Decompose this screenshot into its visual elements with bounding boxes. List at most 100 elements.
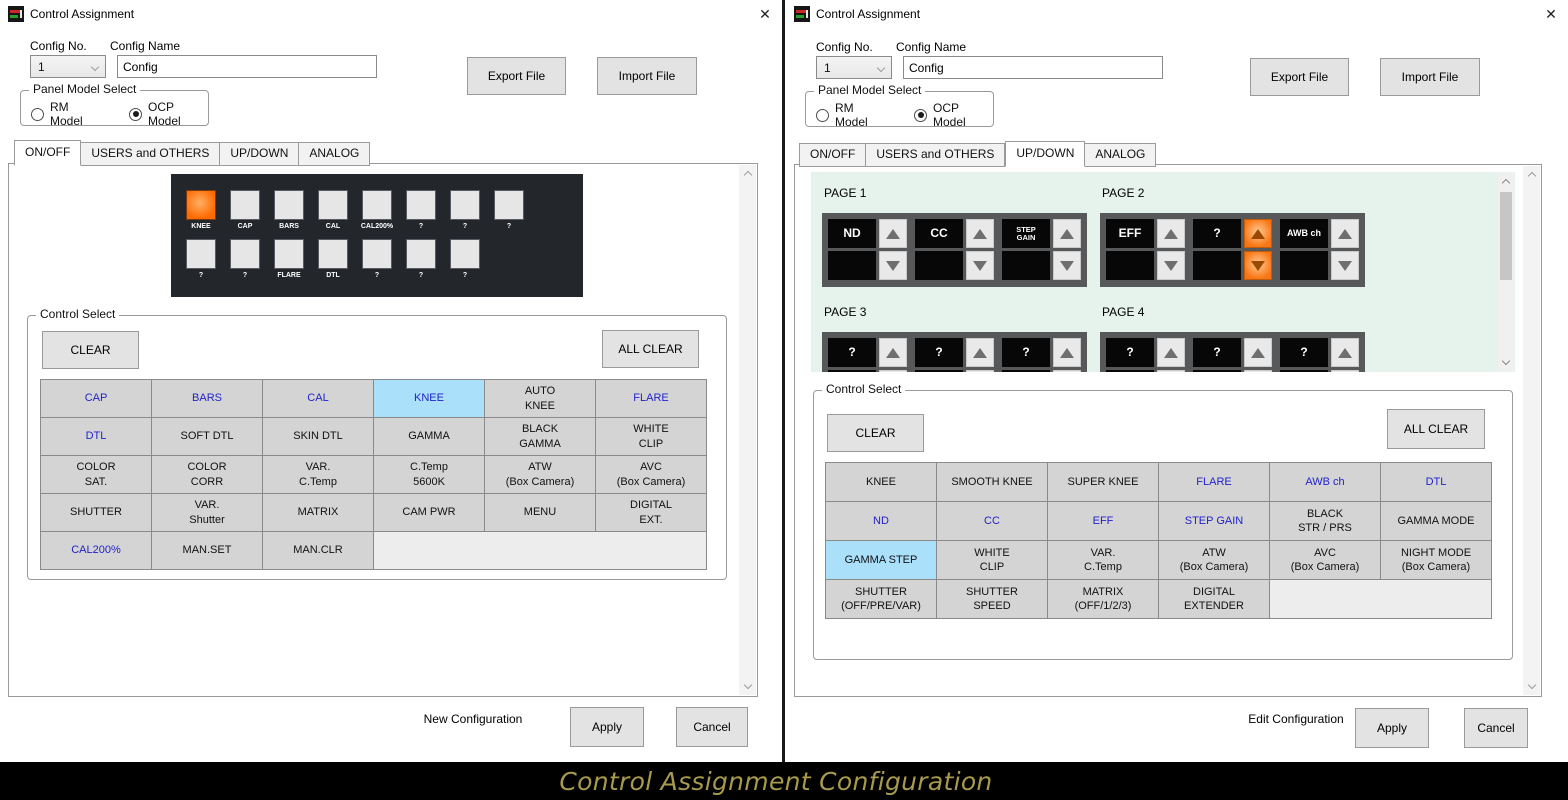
control-cell-cap[interactable]: CAP <box>41 380 151 417</box>
control-cell-var-shutter[interactable]: VAR. Shutter <box>152 494 262 531</box>
control-cell-man-clr[interactable]: MAN.CLR <box>263 532 373 569</box>
scroll-up-icon[interactable] <box>1498 175 1514 191</box>
control-cell-man-set[interactable]: MAN.SET <box>152 532 262 569</box>
cancel-button[interactable]: Cancel <box>676 707 748 747</box>
control-cell-white-clip[interactable]: WHITE CLIP <box>937 541 1047 579</box>
up-arrow-button[interactable] <box>1053 219 1081 248</box>
control-cell-flare[interactable]: FLARE <box>596 380 706 417</box>
control-cell-digital-ext[interactable]: DIGITAL EXT. <box>596 494 706 531</box>
control-cell-awb-ch[interactable]: AWB ch <box>1270 463 1380 501</box>
clear-button[interactable]: CLEAR <box>827 414 924 452</box>
panel-key-knee[interactable]: KNEE <box>186 190 216 230</box>
up-arrow-button[interactable] <box>966 219 994 248</box>
tab-up-down[interactable]: UP/DOWN <box>220 142 300 166</box>
control-cell-soft-dtl[interactable]: SOFT DTL <box>152 418 262 455</box>
up-arrow-button[interactable] <box>879 338 907 367</box>
clear-button[interactable]: CLEAR <box>42 331 139 369</box>
control-cell-digital-extender[interactable]: DIGITAL EXTENDER <box>1159 580 1269 618</box>
scroll-down-icon[interactable] <box>1498 353 1514 369</box>
radio-ocp-model[interactable]: OCP Model <box>914 101 993 129</box>
up-arrow-button[interactable] <box>1157 338 1185 367</box>
import-file-button[interactable]: Import File <box>1380 58 1480 96</box>
close-icon[interactable]: ✕ <box>1542 5 1560 23</box>
control-cell-matrix[interactable]: MATRIX <box>263 494 373 531</box>
panel-key-blank[interactable]: ? <box>230 239 260 279</box>
tab-analog[interactable]: ANALOG <box>1085 143 1157 167</box>
scroll-down-icon[interactable] <box>739 677 756 693</box>
down-arrow-button[interactable] <box>966 251 994 280</box>
control-cell-knee[interactable]: KNEE <box>826 463 936 501</box>
panel-key-blank[interactable]: ? <box>186 239 216 279</box>
control-cell-smooth-knee[interactable]: SMOOTH KNEE <box>937 463 1047 501</box>
control-cell-gamma[interactable]: GAMMA <box>374 418 484 455</box>
apply-button[interactable]: Apply <box>570 707 644 747</box>
control-cell-c-temp-5600k[interactable]: C.Temp 5600K <box>374 456 484 493</box>
control-cell-atw-box-camera[interactable]: ATW (Box Camera) <box>1159 541 1269 579</box>
control-cell-super-knee[interactable]: SUPER KNEE <box>1048 463 1158 501</box>
control-cell-bars[interactable]: BARS <box>152 380 262 417</box>
import-file-button[interactable]: Import File <box>597 57 697 95</box>
control-cell-atw-box-camera[interactable]: ATW (Box Camera) <box>485 456 595 493</box>
control-cell-cam-pwr[interactable]: CAM PWR <box>374 494 484 531</box>
content-scrollbar[interactable] <box>1523 166 1540 695</box>
scrollbar-thumb[interactable] <box>1500 192 1512 280</box>
down-arrow-button[interactable] <box>1157 370 1185 372</box>
control-cell-black-str-prs[interactable]: BLACK STR / PRS <box>1270 502 1380 540</box>
control-cell-shutter[interactable]: SHUTTER <box>41 494 151 531</box>
down-arrow-button[interactable] <box>1331 370 1359 372</box>
up-arrow-button[interactable] <box>1331 219 1359 248</box>
control-cell-auto-knee[interactable]: AUTO KNEE <box>485 380 595 417</box>
all-clear-button[interactable]: ALL CLEAR <box>602 330 699 368</box>
up-arrow-button[interactable] <box>1244 219 1272 248</box>
panel-key-blank[interactable]: ? <box>406 190 436 230</box>
down-arrow-button[interactable] <box>1053 251 1081 280</box>
tab-analog[interactable]: ANALOG <box>299 142 371 166</box>
control-cell-gamma-mode[interactable]: GAMMA MODE <box>1381 502 1491 540</box>
scroll-down-icon[interactable] <box>1523 677 1540 693</box>
pane-scrollbar[interactable] <box>1498 173 1514 371</box>
control-cell-flare[interactable]: FLARE <box>1159 463 1269 501</box>
control-cell-var-c-temp[interactable]: VAR. C.Temp <box>1048 541 1158 579</box>
radio-rm-model[interactable]: RM Model <box>31 100 103 128</box>
control-cell-gamma-step[interactable]: GAMMA STEP <box>826 541 936 579</box>
down-arrow-button[interactable] <box>966 370 994 372</box>
control-cell-cc[interactable]: CC <box>937 502 1047 540</box>
config-name-input[interactable] <box>117 55 377 78</box>
tab-users-and-others[interactable]: USERS and OTHERS <box>866 143 1006 167</box>
control-cell-avc-box-camera[interactable]: AVC (Box Camera) <box>1270 541 1380 579</box>
control-cell-white-clip[interactable]: WHITE CLIP <box>596 418 706 455</box>
control-cell-color-corr[interactable]: COLOR CORR <box>152 456 262 493</box>
tab-on-off[interactable]: ON/OFF <box>799 143 867 167</box>
control-cell-dtl[interactable]: DTL <box>1381 463 1491 501</box>
panel-key-flare[interactable]: FLARE <box>274 239 304 279</box>
down-arrow-button[interactable] <box>879 370 907 372</box>
panel-key-blank[interactable]: ? <box>494 190 524 230</box>
down-arrow-button[interactable] <box>1244 251 1272 280</box>
up-arrow-button[interactable] <box>1053 338 1081 367</box>
control-cell-cal[interactable]: CAL <box>263 380 373 417</box>
up-arrow-button[interactable] <box>1331 338 1359 367</box>
control-cell-knee[interactable]: KNEE <box>374 380 484 417</box>
control-cell-color-sat[interactable]: COLOR SAT. <box>41 456 151 493</box>
panel-key-blank[interactable]: ? <box>362 239 392 279</box>
tab-on-off[interactable]: ON/OFF <box>14 140 82 166</box>
panel-key-blank[interactable]: ? <box>450 239 480 279</box>
control-cell-menu[interactable]: MENU <box>485 494 595 531</box>
content-scrollbar[interactable] <box>739 165 756 695</box>
panel-key-bars[interactable]: BARS <box>274 190 304 230</box>
down-arrow-button[interactable] <box>1331 251 1359 280</box>
radio-ocp-model[interactable]: OCP Model <box>129 100 208 128</box>
control-cell-nd[interactable]: ND <box>826 502 936 540</box>
export-file-button[interactable]: Export File <box>1250 58 1349 96</box>
tab-users-and-others[interactable]: USERS and OTHERS <box>81 142 221 166</box>
export-file-button[interactable]: Export File <box>467 57 566 95</box>
up-arrow-button[interactable] <box>1244 338 1272 367</box>
control-cell-cal200[interactable]: CAL200% <box>41 532 151 569</box>
cancel-button[interactable]: Cancel <box>1464 708 1528 748</box>
control-cell-shutter-speed[interactable]: SHUTTER SPEED <box>937 580 1047 618</box>
tab-up-down[interactable]: UP/DOWN <box>1005 141 1086 167</box>
control-cell-shutter-off-pre-var[interactable]: SHUTTER (OFF/PRE/VAR) <box>826 580 936 618</box>
down-arrow-button[interactable] <box>1053 370 1081 372</box>
control-cell-avc-box-camera[interactable]: AVC (Box Camera) <box>596 456 706 493</box>
control-cell-step-gain[interactable]: STEP GAIN <box>1159 502 1269 540</box>
